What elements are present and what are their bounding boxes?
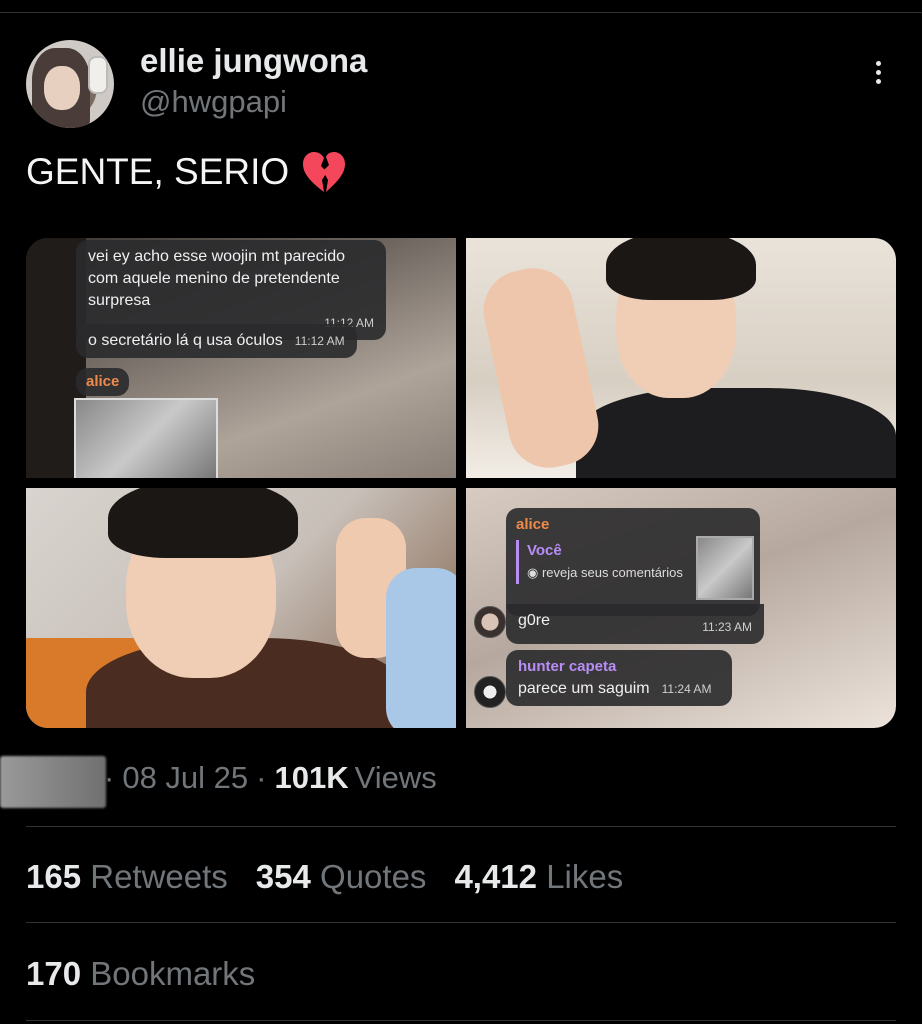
quotes-label: Quotes xyxy=(320,858,427,895)
chat3-message-bubble: hunter capeta parece um saguim 11:24 AM xyxy=(506,650,732,706)
meta-separator: · xyxy=(256,760,267,795)
chat2-sender: alice xyxy=(516,516,550,533)
sleeve xyxy=(386,568,456,728)
engagement-stats: 165 Retweets 354 Quotes 4,412 Likes xyxy=(26,858,623,896)
divider xyxy=(26,826,896,827)
chat-reply-bubble: alice Você ◉ reveja seus comentários xyxy=(506,508,760,616)
bookmarks-stat[interactable]: 170 Bookmarks xyxy=(26,955,255,993)
bookmarks-count: 170 xyxy=(26,955,82,992)
tweet-meta: · 08 Jul 25 · 101K Views xyxy=(26,760,437,796)
bookmarks-label: Bookmarks xyxy=(90,955,256,992)
chat3-message: parece um saguim xyxy=(518,680,650,697)
views-label: Views xyxy=(354,760,437,795)
chat2-message-bubble: g0re 11:23 AM xyxy=(506,604,764,644)
media-grid[interactable]: vei ey acho esse woojin mt parecido com … xyxy=(26,238,896,728)
tweet-text-row: GENTE, SERIO xyxy=(26,150,347,194)
chat-bubble-2: o secretário lá q usa óculos 11:12 AM xyxy=(76,324,357,358)
likes-count: 4,412 xyxy=(454,858,538,895)
chat3-sender: hunter capeta xyxy=(518,658,617,675)
quotes-stat[interactable]: 354 Quotes xyxy=(256,858,427,896)
reply-text: reveja seus comentários xyxy=(541,565,683,580)
arm xyxy=(476,260,606,476)
shirt xyxy=(576,388,896,478)
retweets-count: 165 xyxy=(26,858,82,895)
divider xyxy=(26,1020,896,1021)
media-image-chat-2[interactable]: alice Você ◉ reveja seus comentários g0r… xyxy=(466,488,896,728)
chat3-time: 11:24 AM xyxy=(661,682,712,696)
retweets-stat[interactable]: 165 Retweets xyxy=(26,858,228,896)
retweets-label: Retweets xyxy=(90,858,228,895)
author-name[interactable]: ellie jungwona xyxy=(140,42,367,80)
chat-message-1: vei ey acho esse woojin mt parecido com … xyxy=(88,248,346,309)
avatar-headphone xyxy=(88,56,108,94)
author-handle[interactable]: @hwgpapi xyxy=(140,84,287,120)
reply-thumbnail xyxy=(696,536,754,600)
hair xyxy=(606,238,756,300)
views-count: 101K xyxy=(274,760,349,795)
media-image-portrait-1[interactable] xyxy=(466,238,896,478)
chat-photo-thumbnail xyxy=(74,398,218,478)
chat-sender-bubble: alice xyxy=(76,368,130,396)
tweet-date: 08 Jul 25 xyxy=(122,760,249,795)
chat-message-2: o secretário lá q usa óculos xyxy=(88,332,283,349)
divider xyxy=(26,922,896,923)
quotes-count: 354 xyxy=(255,858,311,895)
hunter-avatar xyxy=(474,676,506,708)
chat2-time: 11:23 AM xyxy=(702,620,752,634)
meta-separator: · xyxy=(104,760,115,795)
chat-sender: alice xyxy=(86,373,120,390)
alice-avatar xyxy=(474,606,506,638)
avatar[interactable] xyxy=(26,40,114,128)
media-image-portrait-2[interactable] xyxy=(26,488,456,728)
chat-time-2: 11:12 AM xyxy=(294,334,345,348)
likes-label: Likes xyxy=(546,858,624,895)
chat2-message: g0re xyxy=(518,612,551,629)
avatar-face xyxy=(44,66,80,110)
top-divider xyxy=(0,12,922,13)
more-options-icon[interactable] xyxy=(868,58,888,94)
broken-heart-icon xyxy=(303,152,346,192)
tweet-text: GENTE, SERIO xyxy=(26,151,290,192)
camera-icon: ◉ xyxy=(527,565,539,580)
likes-stat[interactable]: 4,412 Likes xyxy=(454,858,623,896)
media-image-chat-1[interactable]: vei ey acho esse woojin mt parecido com … xyxy=(26,238,456,478)
hair xyxy=(108,488,298,558)
